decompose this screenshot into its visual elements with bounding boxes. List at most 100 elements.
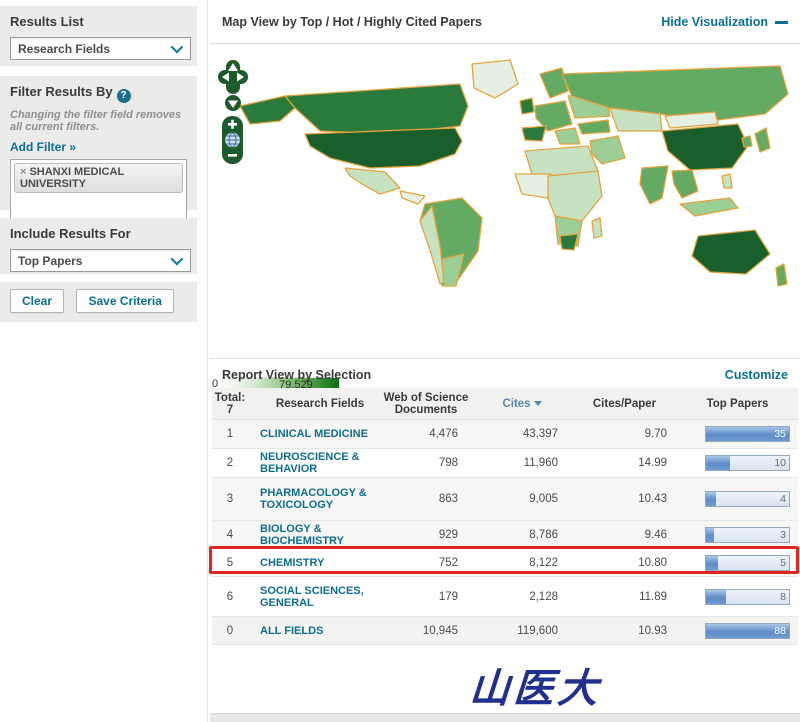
world-map-visualization: 0 79,529 — [210, 46, 800, 392]
collapse-icon — [775, 20, 788, 24]
add-filter-link[interactable]: Add Filter » — [10, 140, 187, 154]
map-controls — [216, 58, 250, 171]
top-papers-bar[interactable]: 35 — [705, 426, 790, 442]
top-papers-bar[interactable]: 88 — [705, 622, 790, 639]
map-region-madagascar[interactable] — [591, 217, 603, 239]
hide-visualization-link[interactable]: Hide Visualization — [661, 15, 788, 29]
customize-link[interactable]: Customize — [725, 368, 788, 382]
map-region-uk[interactable] — [519, 97, 535, 115]
top-papers-value: 4 — [780, 493, 786, 505]
documents-cell: 10,945 — [422, 624, 458, 637]
main-panel: Map View by Top / Hot / Highly Cited Pap… — [209, 0, 800, 722]
total-label: Total: — [214, 391, 246, 404]
choropleth-world-map[interactable] — [210, 46, 800, 324]
map-region-west-africa[interactable] — [514, 173, 551, 199]
map-region-china[interactable] — [661, 123, 749, 171]
map-region-mexico[interactable] — [344, 167, 401, 195]
map-region-spain[interactable] — [521, 125, 547, 142]
rank-cell: 6 — [226, 590, 234, 603]
rank-cell: 3 — [226, 493, 234, 505]
results-list-dropdown-value: Research Fields — [18, 41, 111, 56]
research-field-link[interactable]: SOCIAL SCIENCES, GENERAL — [248, 585, 380, 609]
cites-per-paper-cell: 10.80 — [638, 556, 667, 569]
results-list-section: Results List Research Fields — [0, 6, 197, 66]
sidebar: Results List Research Fields Filter Resu… — [0, 0, 207, 722]
map-region-usa[interactable] — [304, 127, 463, 169]
research-field-link[interactable]: CHEMISTRY — [248, 557, 380, 569]
top-papers-cell: 5 — [677, 554, 798, 571]
documents-cell: 798 — [438, 457, 458, 469]
top-papers-value: 88 — [774, 624, 786, 637]
map-region-greenland[interactable] — [471, 59, 519, 99]
map-region-south-africa[interactable] — [559, 233, 579, 251]
remove-filter-icon[interactable]: × — [20, 166, 26, 178]
research-field-link[interactable]: CLINICAL MEDICINE — [248, 428, 380, 440]
research-field-link[interactable]: BIOLOGY & BIOCHEMISTRY — [248, 523, 380, 547]
map-region-central-africa[interactable] — [547, 170, 603, 222]
research-field-link[interactable]: ALL FIELDS — [248, 625, 380, 637]
column-header-research-fields[interactable]: Research Fields — [248, 398, 380, 410]
map-region-middle-east[interactable] — [589, 135, 626, 165]
map-region-canada[interactable] — [284, 83, 469, 135]
help-icon[interactable]: ? — [116, 89, 131, 103]
map-region-scandinavia[interactable] — [539, 67, 569, 99]
footer-strip — [210, 713, 800, 722]
documents-cell: 863 — [438, 493, 458, 505]
field-link-label: ALL FIELDS — [260, 624, 324, 637]
top-papers-cell: 35 — [677, 426, 798, 442]
table-row-all-fields: 0 ALL FIELDS 10,945 119,600 10.93 88 — [212, 617, 798, 645]
map-region-indonesia[interactable] — [679, 197, 739, 217]
top-papers-bar[interactable]: 4 — [705, 491, 790, 507]
map-region-korea[interactable] — [741, 135, 753, 148]
top-papers-cell: 10 — [677, 455, 798, 471]
top-papers-bar-fill — [706, 492, 716, 506]
field-link-label: CHEMISTRY — [260, 556, 325, 569]
column-header-documents[interactable]: Web of Science Documents — [380, 392, 472, 416]
top-papers-bar[interactable]: 5 — [705, 554, 790, 571]
results-table: Total: 7 Research Fields Web of Science … — [209, 388, 799, 645]
save-criteria-button[interactable]: Save Criteria — [76, 289, 174, 313]
top-papers-bar[interactable]: 10 — [705, 455, 790, 471]
top-papers-bar[interactable]: 8 — [705, 588, 790, 605]
filter-title-text: Filter Results By — [10, 84, 113, 99]
map-region-japan[interactable] — [754, 127, 771, 153]
research-field-link[interactable]: PHARMACOLOGY & TOXICOLOGY — [248, 487, 380, 511]
table-row-social-sciences-general: 6 SOCIAL SCIENCES, GENERAL 179 2,128 11.89 8 — [212, 577, 798, 617]
map-region-india[interactable] — [639, 165, 669, 205]
field-link-label: NEUROSCIENCE & BEHAVIOR — [260, 451, 360, 475]
results-list-dropdown[interactable]: Research Fields — [10, 37, 191, 60]
include-results-section: Include Results For Top Papers — [0, 218, 197, 274]
map-region-se-asia[interactable] — [671, 169, 699, 199]
map-region-italy-balkans[interactable] — [554, 127, 581, 145]
map-region-new-zealand[interactable] — [775, 263, 788, 287]
include-results-dropdown[interactable]: Top Papers — [10, 249, 191, 272]
top-papers-bar-fill — [706, 527, 715, 542]
filter-chip[interactable]: × SHANXI MEDICAL UNIVERSITY — [14, 163, 183, 193]
sort-descending-icon — [533, 400, 542, 406]
documents-cell: 4,476 — [429, 428, 458, 440]
top-papers-bar[interactable]: 3 — [705, 526, 790, 543]
cites-cell: 43,397 — [522, 428, 558, 440]
esi-app-window: Results List Research Fields Filter Resu… — [0, 0, 800, 722]
map-region-central-america[interactable] — [399, 190, 426, 205]
research-field-link[interactable]: NEUROSCIENCE & BEHAVIOR — [248, 451, 380, 475]
top-papers-cell: 3 — [677, 526, 798, 543]
cites-per-paper-cell: 14.99 — [638, 457, 667, 469]
pan-control — [218, 60, 248, 111]
column-header-cites[interactable]: Cites — [472, 398, 572, 410]
map-region-australia[interactable] — [691, 229, 771, 275]
table-header-row: Total: 7 Research Fields Web of Science … — [212, 388, 798, 420]
field-link-label: BIOLOGY & BIOCHEMISTRY — [260, 522, 344, 547]
column-header-cites-per-paper[interactable]: Cites/Paper — [572, 398, 677, 410]
cites-cell: 8,786 — [529, 528, 558, 541]
top-papers-cell: 8 — [677, 588, 798, 605]
cites-cell: 2,128 — [529, 590, 558, 603]
report-view-title: Report View by Selection — [222, 368, 372, 382]
filter-note: Changing the filter field removes all cu… — [10, 109, 182, 133]
cites-per-paper-cell: 9.70 — [644, 428, 667, 440]
map-region-philippines[interactable] — [721, 173, 733, 189]
cites-cell: 119,600 — [517, 624, 558, 637]
column-header-top-papers[interactable]: Top Papers — [677, 398, 798, 410]
clear-button[interactable]: Clear — [10, 289, 65, 313]
map-region-turkey[interactable] — [577, 119, 611, 135]
